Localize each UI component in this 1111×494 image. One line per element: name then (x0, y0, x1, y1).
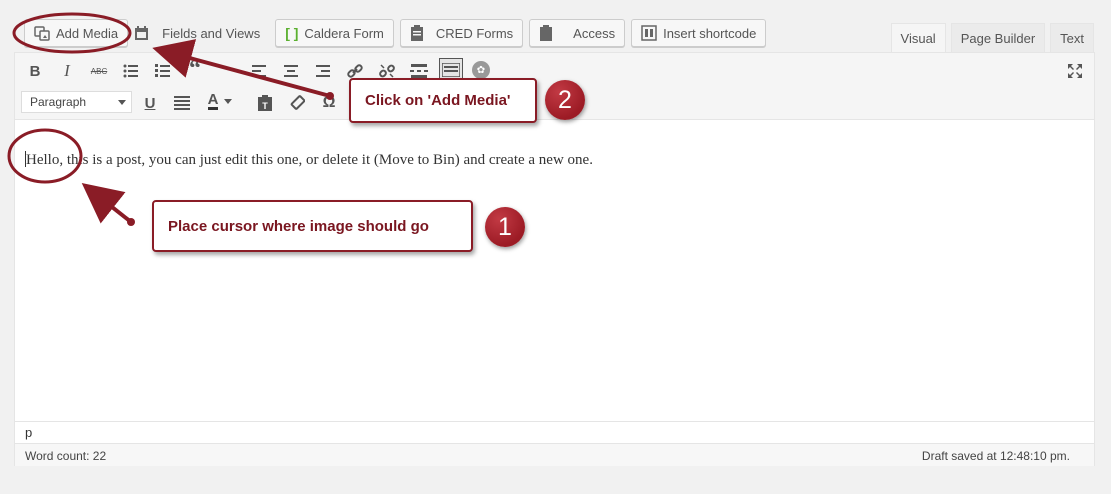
justify-icon[interactable] (172, 93, 192, 113)
plugin-icon[interactable]: ✿ (472, 61, 490, 79)
step2-callout-text: Click on 'Add Media' (365, 92, 511, 109)
special-char-icon[interactable]: Ω (319, 93, 339, 113)
add-media-label: Add Media (56, 25, 119, 41)
clipboard-icon (410, 25, 424, 41)
paste-text-icon[interactable]: T (255, 93, 275, 113)
step1-callout: Place cursor where image should go (152, 200, 473, 252)
fullscreen-icon[interactable] (1065, 61, 1085, 81)
numbered-list-icon[interactable] (153, 61, 173, 81)
chevron-down-icon (118, 100, 126, 105)
clear-format-icon[interactable] (287, 93, 307, 113)
media-buttons: Add Media Fields and Views [ ] Caldera F… (24, 19, 767, 47)
align-right-icon[interactable] (313, 61, 333, 81)
caldera-form-button[interactable]: [ ] Caldera Form (275, 19, 394, 47)
tab-visual[interactable]: Visual (890, 23, 946, 53)
editor-tabs: Visual Page Builder Text (890, 23, 1094, 53)
shortcode-icon (641, 25, 657, 41)
fields-views-button[interactable]: Fields and Views (134, 19, 269, 47)
draft-saved-status: Draft saved at 12:48:10 pm. (921, 449, 1070, 463)
path-element-p[interactable]: p (25, 425, 32, 440)
tab-text[interactable]: Text (1050, 23, 1094, 52)
align-center-icon[interactable] (281, 61, 301, 81)
format-select-value: Paragraph (30, 95, 87, 109)
access-button[interactable]: Access (529, 19, 626, 47)
blockquote-icon[interactable]: “ (185, 56, 205, 82)
access-label: Access (573, 25, 616, 41)
tab-page-builder[interactable]: Page Builder (950, 23, 1046, 52)
status-bar: Word count: 22 Draft saved at 12:48:10 p… (15, 443, 1094, 466)
strikethrough-icon[interactable]: ABC (89, 61, 109, 81)
word-count: Word count: 22 (25, 449, 107, 463)
calendar-icon (134, 25, 150, 41)
step2-callout: Click on 'Add Media' (349, 78, 537, 123)
cred-label: CRED Forms (435, 25, 514, 41)
add-media-icon (34, 25, 50, 41)
step1-badge: 1 (485, 207, 525, 247)
cred-forms-button[interactable]: CRED Forms (399, 19, 524, 47)
insert-shortcode-button[interactable]: Insert shortcode (631, 19, 767, 47)
step2-badge: 2 (545, 80, 585, 120)
fields-views-label: Fields and Views (162, 25, 261, 41)
text-color-icon[interactable]: A (205, 91, 235, 111)
step1-callout-text: Place cursor where image should go (168, 217, 429, 235)
shortcode-label: Insert shortcode (663, 25, 757, 41)
underline-icon[interactable]: U (140, 93, 160, 113)
italic-icon[interactable]: I (57, 61, 77, 81)
content-area[interactable]: Hello, this is a post, you can just edit… (15, 121, 1094, 421)
post-content-text: Hello, this is a post, you can just edit… (26, 152, 593, 168)
bold-icon[interactable]: B (25, 61, 45, 81)
caldera-label: Caldera Form (304, 25, 384, 41)
add-media-button[interactable]: Add Media (24, 19, 129, 47)
element-path: p (15, 421, 1094, 443)
bullet-list-icon[interactable] (121, 61, 141, 81)
lock-clipboard-icon (539, 25, 553, 41)
format-select[interactable]: Paragraph (21, 91, 132, 113)
svg-text:T: T (262, 101, 268, 111)
caldera-icon: [ ] (285, 25, 299, 41)
post-content[interactable]: Hello, this is a post, you can just edit… (25, 151, 593, 169)
align-left-icon[interactable] (249, 61, 269, 81)
